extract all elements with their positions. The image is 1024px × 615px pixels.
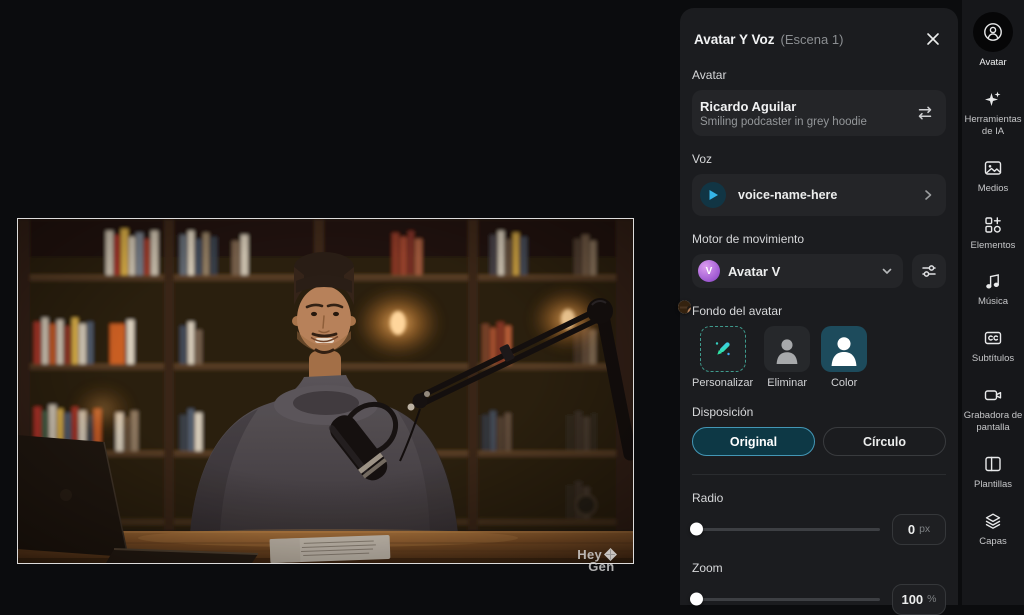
- zoom-unit: %: [927, 593, 936, 605]
- play-icon: [708, 189, 719, 201]
- background-option-color[interactable]: Color: [821, 326, 867, 389]
- radius-value: 0: [908, 522, 915, 537]
- motion-section-label: Motor de movimiento: [692, 232, 946, 246]
- panel-title: Avatar Y Voz: [694, 32, 775, 47]
- layout-section-label: Disposición: [692, 405, 946, 419]
- sidebar-item-elements[interactable]: Elementos: [962, 215, 1024, 252]
- avatar-v-badge: V: [698, 260, 720, 282]
- ai-tools-icon: [983, 89, 1003, 109]
- background-option-remove[interactable]: Eliminar: [764, 326, 810, 389]
- zoom-slider-thumb[interactable]: [690, 593, 703, 606]
- radius-value-box[interactable]: 0 px: [892, 514, 946, 545]
- close-panel-button[interactable]: [922, 28, 944, 50]
- sidebar-item-layers[interactable]: Capas: [962, 511, 1024, 548]
- avatar-name: Ricardo Aguilar: [700, 99, 867, 114]
- radius-unit: px: [919, 523, 930, 535]
- background-option-label: Personalizar: [692, 377, 753, 389]
- sidebar-item-templates[interactable]: Plantillas: [962, 454, 1024, 491]
- swap-arrows-icon: [916, 104, 934, 122]
- close-icon: [926, 32, 940, 46]
- motion-engine-dropdown[interactable]: V Avatar V: [692, 254, 903, 288]
- sidebar-item-ai-tools[interactable]: Herramientas de IA: [962, 89, 1024, 138]
- scene-tag: (Escena 1): [781, 32, 844, 47]
- screen-recorder-icon: [983, 385, 1003, 405]
- layout-option-original[interactable]: Original: [692, 427, 815, 456]
- voice-name: voice-name-here: [738, 188, 837, 202]
- layers-icon: [983, 511, 1003, 531]
- radius-slider[interactable]: [692, 528, 880, 531]
- sidebar-item-avatar[interactable]: Avatar: [962, 12, 1024, 69]
- sliders-icon: [920, 262, 938, 280]
- music-icon: [983, 271, 1003, 291]
- heygen-editor: Hey Gen Avatar Y Voz (Escena 1) Avatar: [0, 0, 1024, 605]
- play-voice-button[interactable]: [700, 182, 726, 208]
- voice-section-label: Voz: [692, 152, 946, 166]
- video-preview[interactable]: Hey Gen: [17, 218, 634, 564]
- avatar-scene-illustration: [18, 219, 633, 563]
- avatar-description: Smiling podcaster in grey hoodie: [700, 116, 867, 128]
- magic-pen-icon: [711, 337, 735, 361]
- sidebar-item-music[interactable]: Música: [962, 271, 1024, 308]
- watermark-text-gen: Gen: [577, 561, 617, 573]
- background-section-label: Fondo del avatar: [692, 304, 946, 318]
- voice-card[interactable]: voice-name-here: [692, 174, 946, 216]
- avatar-section-label: Avatar: [692, 68, 946, 82]
- swap-avatar-button[interactable]: [916, 104, 934, 122]
- background-option-label: Eliminar: [767, 377, 807, 389]
- zoom-slider[interactable]: [692, 598, 880, 601]
- person-silhouette-icon: [827, 332, 861, 366]
- templates-icon: [983, 454, 1003, 474]
- chevron-down-icon: [881, 265, 893, 277]
- sidebar-item-screen-recorder[interactable]: Grabadora de pantalla: [962, 385, 1024, 434]
- elements-icon: [983, 215, 1003, 235]
- zoom-label: Zoom: [692, 561, 946, 575]
- background-option-custom[interactable]: Personalizar: [692, 326, 753, 389]
- heygen-watermark: Hey Gen: [577, 548, 617, 573]
- motion-settings-button[interactable]: [912, 254, 946, 288]
- person-silhouette-icon: [772, 334, 802, 364]
- sidebar-item-media[interactable]: Medios: [962, 158, 1024, 195]
- motion-engine-value: Avatar V: [728, 264, 780, 279]
- avatar-icon: [983, 22, 1003, 42]
- avatar-voice-panel: Avatar Y Voz (Escena 1) Avatar Ricardo A…: [680, 8, 958, 605]
- radius-label: Radio: [692, 491, 946, 505]
- sidebar-item-subtitles[interactable]: Subtítulos: [962, 328, 1024, 365]
- radius-slider-thumb[interactable]: [690, 523, 703, 536]
- zoom-value-box[interactable]: 100 %: [892, 584, 946, 615]
- background-option-label: Color: [831, 377, 857, 389]
- avatar-card[interactable]: Ricardo Aguilar Smiling podcaster in gre…: [692, 90, 946, 136]
- subtitles-icon: [983, 328, 1003, 348]
- section-divider: [692, 474, 946, 475]
- chevron-right-icon: [922, 189, 934, 201]
- layout-option-circle[interactable]: Círculo: [823, 427, 946, 456]
- panel-header: Avatar Y Voz (Escena 1): [692, 8, 946, 54]
- right-sidebar: Avatar Herramientas de IA Medios Element…: [962, 0, 1024, 605]
- avatar-thumbnail: [678, 300, 691, 313]
- zoom-value: 100: [901, 592, 923, 607]
- media-icon: [983, 158, 1003, 178]
